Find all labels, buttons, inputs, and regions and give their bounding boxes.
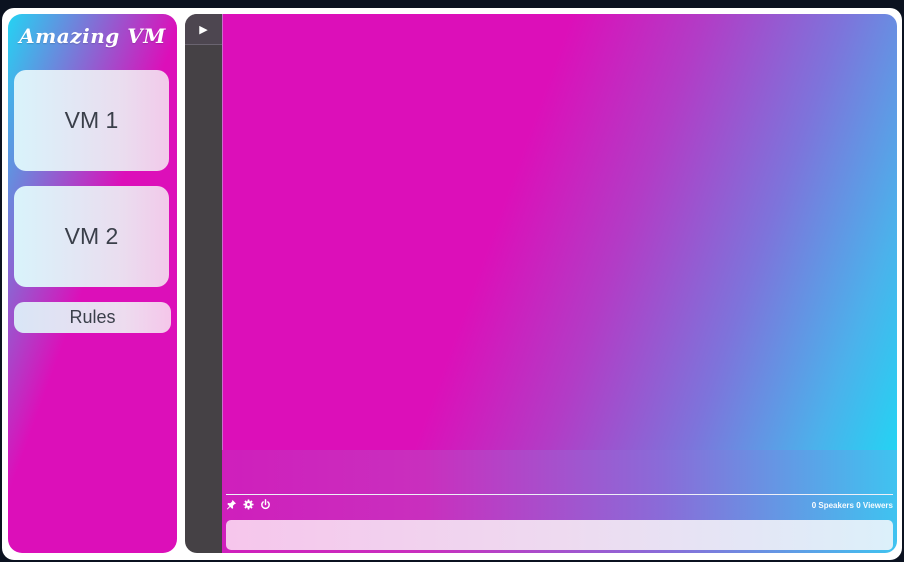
viewers-label: Viewers xyxy=(862,501,893,510)
chat-panel: 0 Speakers 0 Viewers xyxy=(222,450,897,553)
panel-divider xyxy=(226,494,893,495)
rules-button[interactable]: Rules xyxy=(14,302,171,333)
power-icon[interactable] xyxy=(260,499,271,510)
gear-icon[interactable] xyxy=(243,499,254,510)
play-icon: ▶ xyxy=(199,23,208,36)
chat-input[interactable] xyxy=(226,520,893,550)
pin-icon[interactable] xyxy=(226,499,237,510)
toolbar xyxy=(226,499,271,510)
vm-card-label: VM 2 xyxy=(64,223,119,249)
vm-card-label: VM 1 xyxy=(64,107,119,133)
vm-viewer: ▶ 0 Speakers 0 Viewers xyxy=(185,14,897,553)
brand-title: Amazing VM xyxy=(19,24,166,48)
speakers-count: 0 xyxy=(811,501,817,510)
viewers-count: 0 xyxy=(856,501,861,510)
rules-label: Rules xyxy=(69,307,116,327)
vm-card-2[interactable]: VM 2 xyxy=(14,186,169,287)
play-button[interactable]: ▶ xyxy=(185,14,222,45)
sidebar: Amazing VM VM 1 VM 2 Rules xyxy=(8,14,177,553)
audience-counts: 0 Speakers 0 Viewers xyxy=(812,501,893,510)
vm-screen[interactable] xyxy=(222,14,897,450)
vm-card-1[interactable]: VM 1 xyxy=(14,70,169,171)
side-rail xyxy=(185,14,222,553)
speakers-label: Speakers xyxy=(818,501,854,510)
